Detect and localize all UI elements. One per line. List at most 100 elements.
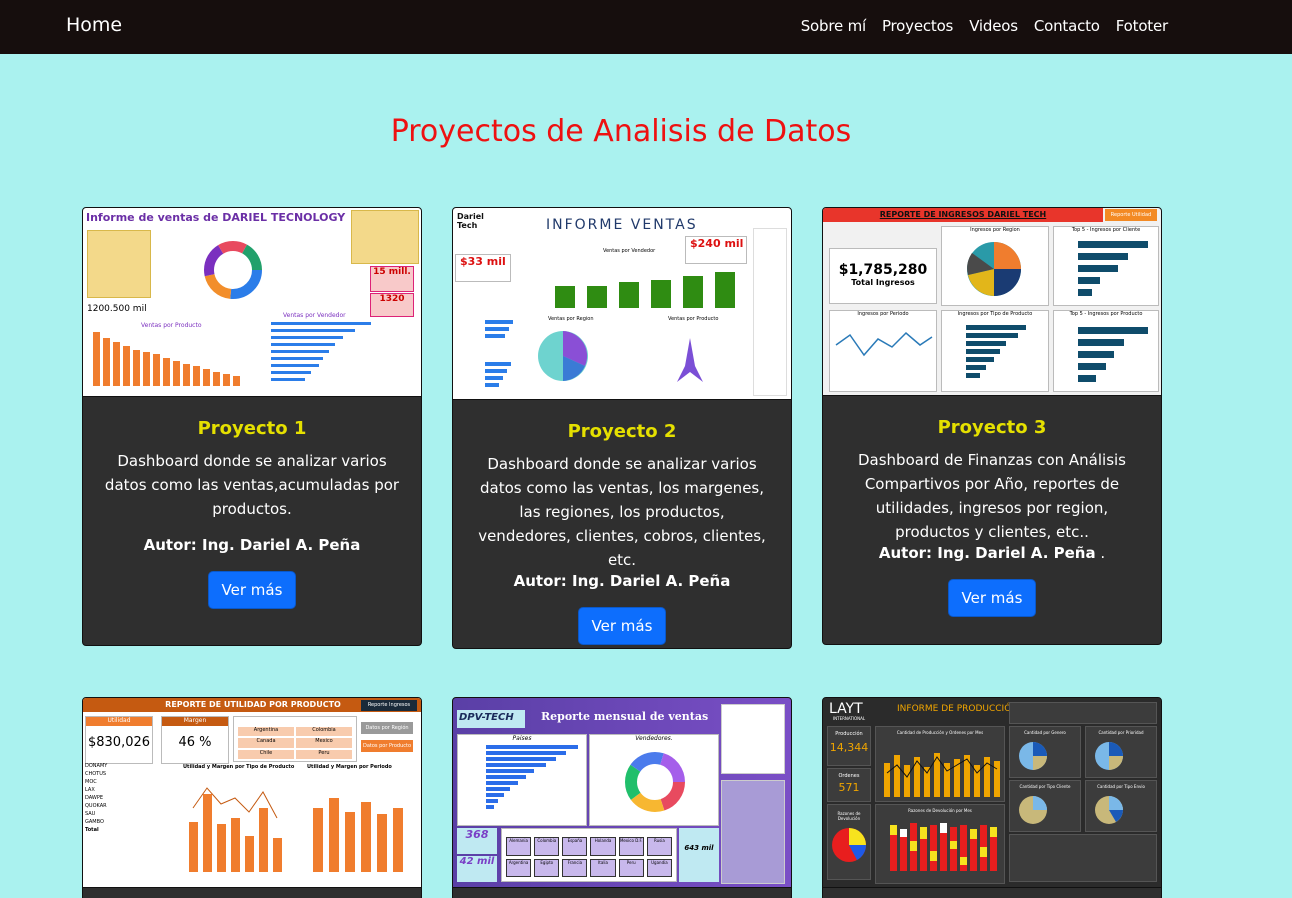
thumb-chart1-label: Ingresos por Region [970, 227, 1020, 233]
project-1-ver-mas-button[interactable]: Ver más [207, 571, 297, 609]
project-2-ver-mas-button[interactable]: Ver más [577, 607, 667, 645]
thumb-country: España [562, 837, 588, 856]
thumb-product-table: DONAMY CHOTUS MOC LAX DAWPE QUOKAR SAU G… [85, 762, 179, 834]
thumb-bar-chart [884, 753, 1000, 797]
thumb-chart5-label: Cantidad por Tipo Cliente [1019, 784, 1071, 789]
thumb-chart1-label: Paises [512, 735, 532, 742]
thumb-kpi-3: Razones de Devolución [827, 804, 871, 880]
thumb-kpi-2-value: 42 mil [459, 856, 495, 867]
project-3-ver-mas-button[interactable]: Ver más [947, 579, 1037, 617]
thumb-chart-period: Ingresos por Periodo [829, 310, 937, 392]
thumb-kpi-1: 368 [457, 828, 497, 854]
thumb-country: Mexico D.F. [618, 837, 644, 856]
thumb-chart2-label: Utilidad y Margen por Periodo [307, 764, 392, 770]
thumb-pie [967, 242, 1021, 296]
thumb-country: Italia [590, 858, 616, 877]
thumb-country: Colombia [296, 727, 352, 737]
project-2-title: Proyecto 2 [567, 421, 677, 442]
thumb-chart1-label: Utilidad y Margen por Tipo de Producto [183, 764, 295, 770]
project-3-author: Autor: Ing. Dariel A. Peña . [841, 544, 1143, 562]
project-2-description: Dashboard donde se analizar varios datos… [478, 455, 766, 569]
thumb-button: Reporte Ingresos [361, 700, 417, 711]
project-card-1: Informe de ventas de DARIEL TECNOLOGY 12… [82, 207, 422, 646]
thumb-sellers-chart: Vendedores. [589, 734, 719, 826]
thumb-chart-returns: Razones de Devolución por Mes [875, 804, 1005, 884]
thumb-kpi-1: Utilidad $830,026 [85, 716, 153, 764]
thumb-kpi-2-value: 1320 [379, 294, 405, 304]
thumb-logo-sub: INTERNATIONAL [833, 716, 866, 721]
thumb-pie [1095, 742, 1123, 770]
project-3-author-suffix: . [1095, 544, 1106, 562]
thumb-chart3-label: Ventas por Producto [668, 316, 719, 322]
thumb-radar-chart [677, 338, 703, 382]
thumb-kpi-3: 643 mil [679, 828, 719, 882]
thumb-line [835, 331, 933, 357]
project-3-description: Dashboard de Finanzas con Análisis Compa… [857, 451, 1126, 541]
thumb-kpi-2-label: Ordenes [838, 773, 860, 779]
thumb-countries-chart: Paises [457, 734, 587, 826]
thumb-heading: INFORME DE PRODUCCIÓN [897, 704, 1019, 714]
thumb-heading: Informe de ventas de DARIEL TECNOLOGY [86, 211, 346, 224]
thumb-kpi-1-value: $830,026 [87, 735, 151, 750]
thumb-pie [1019, 742, 1047, 770]
nav-link-proyectos[interactable]: Proyectos [882, 17, 953, 35]
thumb-chart-client-type: Cantidad por Tipo Cliente [1009, 780, 1081, 832]
navbar: Home Sobre mí Proyectos Videos Contacto … [0, 0, 1292, 54]
thumb-slicer [87, 230, 151, 298]
thumb-kpi-1-value: 14,344 [829, 741, 869, 754]
thumb-button: Reporte Utilidad [1105, 209, 1157, 221]
thumb-hbar-3 [1078, 327, 1148, 382]
thumb-kpi-2-value: 571 [838, 781, 860, 794]
thumb-bar-chart-2 [313, 798, 403, 872]
thumb-logo: Dariel Tech [457, 212, 484, 230]
thumb-kpi-1: Producción 14,344 [827, 726, 871, 766]
thumb-country: Peru [296, 749, 352, 759]
thumb-btn-region: Datos por Región [361, 722, 413, 734]
thumb-kpi-1-value: 15 mill. [373, 267, 411, 277]
thumb-kpi-1-value: $33 mil [460, 255, 506, 268]
thumb-chart-type: Ingresos por Tipo de Producto [941, 310, 1049, 392]
thumb-pie [832, 828, 866, 862]
thumb-chart2-label: Vendedores. [635, 735, 673, 742]
thumb-bar-chart-1 [189, 787, 282, 872]
thumb-kpi-2: Ordenes 571 [827, 768, 871, 802]
thumb-country: Canada [238, 738, 294, 748]
thumb-pie-chart [538, 331, 588, 381]
thumb-country: Holanda [590, 837, 616, 856]
thumb-country-slicer: Argentina Colombia Canada Mexico Chile P… [233, 716, 357, 762]
project-1-thumbnail[interactable]: Informe de ventas de DARIEL TECNOLOGY 12… [83, 208, 421, 397]
thumb-filters [1009, 702, 1157, 724]
project-4-thumbnail[interactable]: REPORTE DE UTILIDAD POR PRODUCTO Reporte… [83, 698, 421, 888]
thumb-chart2-label: Ventas por Region [548, 316, 594, 322]
thumb-chart-production: Cantidad de Producción y Ordenes por Mes [875, 726, 1005, 802]
thumb-hbar-2 [966, 325, 1026, 378]
project-5-thumbnail[interactable]: DPV-TECH Reporte mensual de ventas Paise… [453, 698, 791, 888]
thumb-product: Total [85, 827, 99, 833]
project-3-thumbnail[interactable]: REPORTE DE INGRESOS DARIEL TECH Reporte … [823, 208, 1161, 396]
thumb-country-grid: Alemania Colombia España Holanda Mexico … [501, 828, 677, 882]
project-3-author-name: Autor: Ing. Dariel A. Peña [878, 544, 1096, 562]
thumb-legend-box [351, 210, 419, 264]
thumb-kpi-box: $1,785,280 Total Ingresos [829, 248, 937, 304]
project-6-thumbnail[interactable]: LAYT INTERNATIONAL INFORME DE PRODUCCIÓN… [823, 698, 1161, 888]
thumb-chart3-label: Ingresos por Periodo [857, 311, 909, 317]
thumb-country: Peru [618, 858, 644, 877]
project-card-2: Dariel Tech INFORME VENTAS $33 mil $240 … [452, 207, 792, 649]
thumb-product: GAMBO [85, 819, 104, 825]
thumb-logo: DPV-TECH [457, 710, 525, 728]
thumb-product: DAWPE [85, 795, 104, 801]
thumb-country: Egipto [534, 858, 560, 877]
thumb-chart1-label: Ventas por Vendedor [603, 248, 656, 254]
thumb-donut-chart [204, 241, 262, 299]
thumb-btn-product: Datos por Producto [361, 740, 413, 752]
thumb-product: DONAMY [85, 763, 108, 769]
nav-link-sobre-mi[interactable]: Sobre mí [801, 17, 866, 35]
nav-link-fototer[interactable]: Fototer [1116, 17, 1168, 35]
thumb-heading: REPORTE DE INGRESOS DARIEL TECH [879, 210, 1047, 219]
nav-link-contacto[interactable]: Contacto [1034, 17, 1100, 35]
nav-link-videos[interactable]: Videos [969, 17, 1018, 35]
nav-brand-home[interactable]: Home [66, 14, 122, 36]
thumb-country: Ugandia [646, 858, 672, 877]
project-2-thumbnail[interactable]: Dariel Tech INFORME VENTAS $33 mil $240 … [453, 208, 791, 400]
project-1-body: Proyecto 1 Dashboard donde se analizar v… [83, 397, 421, 609]
